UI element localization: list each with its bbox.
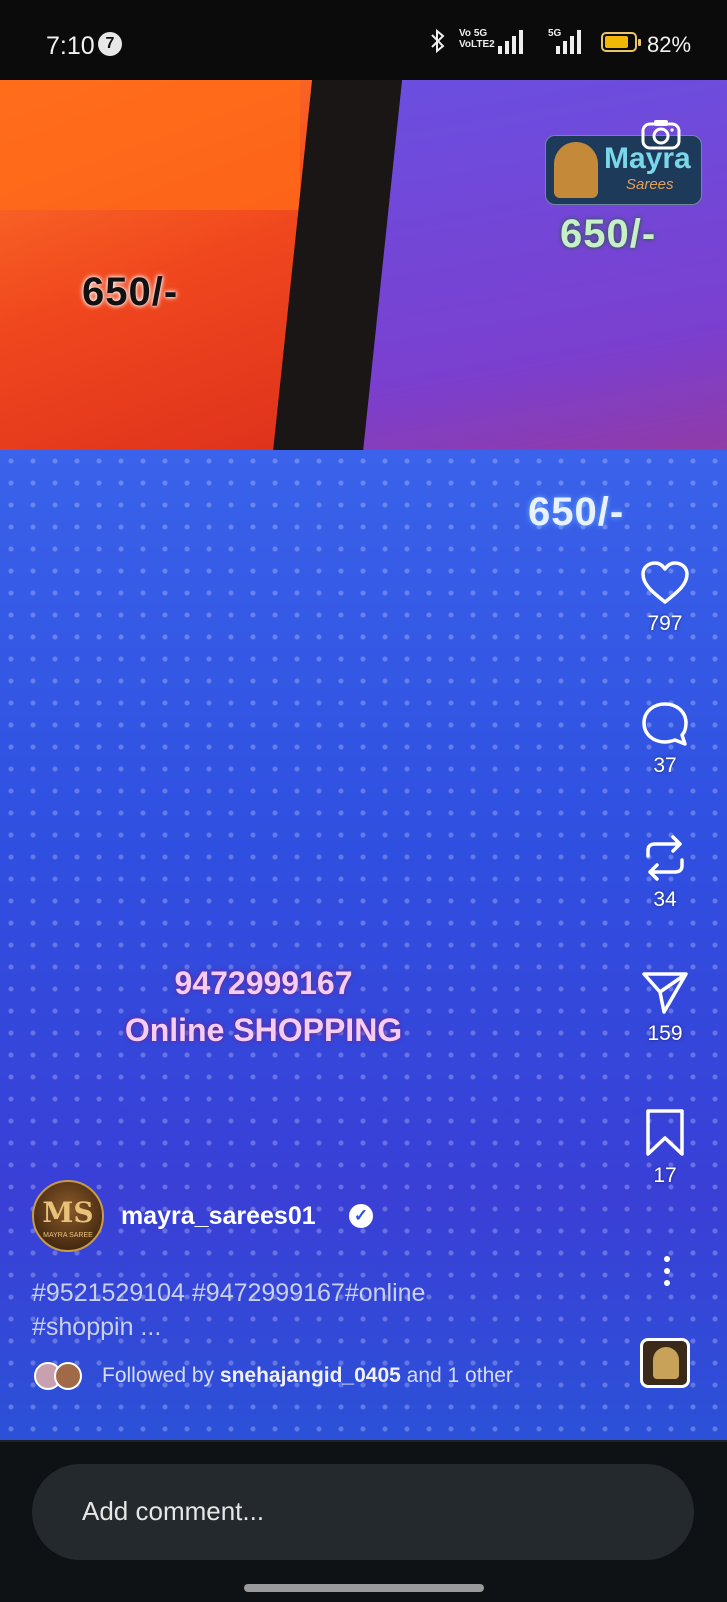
repost-count: 34	[653, 888, 677, 911]
battery-percent: 82%	[647, 32, 692, 57]
followed-suffix: and 1 other	[406, 1364, 513, 1387]
home-indicator[interactable]	[244, 1584, 484, 1592]
audio-figure-icon	[653, 1347, 679, 1379]
signal-icon	[498, 30, 523, 54]
camera-icon[interactable]	[641, 118, 681, 150]
audio-thumbnail[interactable]	[640, 1338, 690, 1388]
save-count: 17	[653, 1164, 677, 1187]
comment-input[interactable]: Add comment...	[32, 1464, 694, 1560]
repost-button[interactable]: 34	[630, 834, 700, 912]
followed-prefix: Followed by	[102, 1364, 215, 1387]
avatar-name: MAYRA SAREE	[43, 1232, 93, 1239]
price-tag: 650/-	[528, 490, 625, 534]
battery-icon	[601, 32, 641, 52]
followed-user: snehajangid_0405	[219, 1364, 401, 1387]
comment-button[interactable]: 37	[630, 700, 700, 778]
brand-figure-icon	[554, 142, 598, 198]
bluetooth-icon	[430, 28, 446, 61]
send-icon	[642, 972, 688, 1014]
share-button[interactable]: 159	[630, 968, 700, 1046]
more-options-icon[interactable]	[664, 1256, 670, 1292]
like-count: 797	[647, 612, 683, 635]
volte-indicator: Vo 5G VoLTE2	[459, 28, 495, 50]
username-link[interactable]: mayra_sarees01	[121, 1202, 316, 1231]
saree-orange-image	[0, 80, 300, 210]
status-time: 7:10	[46, 32, 95, 60]
price-tag: 650/-	[82, 270, 179, 314]
notification-count-badge: 7	[98, 32, 122, 56]
status-bar: 7:10 7 Vo 5G VoLTE2 5G 82%	[0, 0, 727, 80]
volte-label-2: VoLTE2	[459, 39, 495, 50]
comment-placeholder: Add comment...	[82, 1496, 265, 1526]
battery-fill	[605, 36, 628, 48]
comment-icon	[642, 702, 688, 746]
signal-icon-2	[556, 30, 581, 54]
follower-avatar	[54, 1362, 82, 1390]
post-caption[interactable]: #9521529104 #9472999167#online #shoppin …	[32, 1276, 572, 1344]
reel-video[interactable]: Mayra Sarees 650/- 650/- 650/- 947299916…	[0, 80, 727, 1440]
price-tag: 650/-	[560, 212, 657, 256]
caption-line-1: #9521529104 #9472999167#online	[32, 1279, 426, 1307]
save-button[interactable]: 17	[630, 1108, 700, 1188]
like-button[interactable]: 797	[630, 560, 700, 636]
followed-by-text[interactable]: Followed by snehajangid_0405 and 1 other	[102, 1364, 513, 1388]
share-count: 159	[647, 1022, 683, 1045]
comment-count: 37	[653, 754, 677, 777]
caption-line-2: #shoppin ...	[32, 1313, 162, 1341]
avatar[interactable]: MS MAYRA SAREE	[32, 1180, 104, 1252]
volte-label-1: Vo 5G	[459, 28, 488, 39]
overlay-tagline: Online SHOPPING	[124, 1012, 403, 1048]
verified-icon: ✓	[349, 1204, 373, 1228]
avatar-monogram: MS	[42, 1196, 94, 1229]
heart-icon	[641, 561, 689, 604]
repost-icon	[646, 835, 684, 881]
brand-sub: Sarees	[626, 176, 674, 193]
overlay-phone-number: 9472999167	[174, 965, 353, 1001]
bookmark-icon	[646, 1109, 684, 1156]
